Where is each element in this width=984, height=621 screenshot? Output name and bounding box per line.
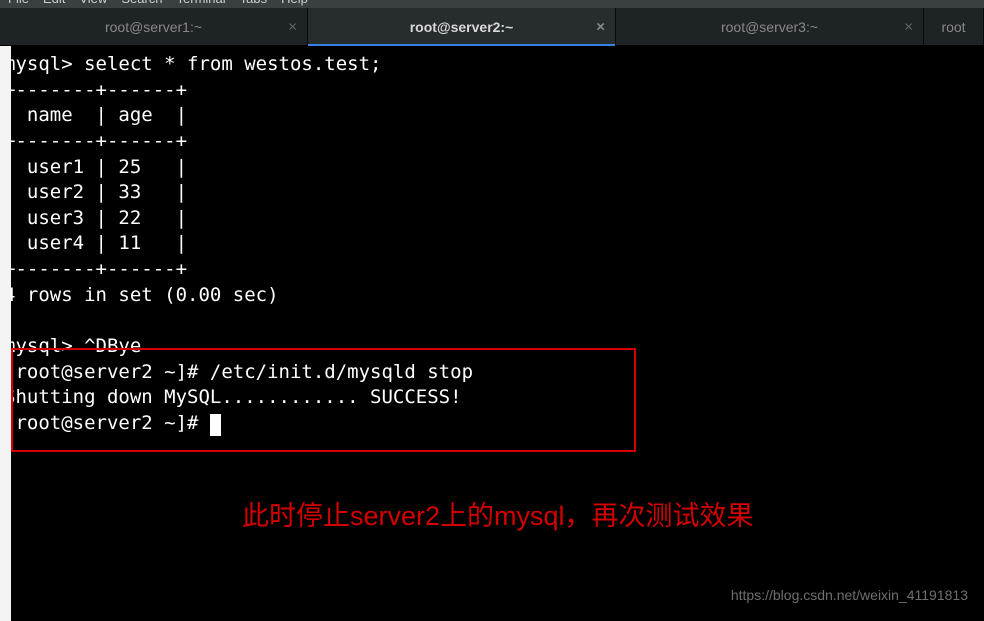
- shell-command: /etc/init.d/mysqld stop: [210, 361, 473, 383]
- menu-tabs[interactable]: Tabs: [240, 0, 267, 5]
- gutter-sliver: [0, 46, 11, 621]
- close-icon[interactable]: ×: [596, 19, 605, 34]
- menu-help[interactable]: Help: [281, 0, 308, 5]
- shell-prompt: [root@server2 ~]#: [4, 361, 210, 383]
- terminal[interactable]: mysql> select * from westos.test; +-----…: [0, 46, 984, 621]
- table-row: | user2 | 33 |: [4, 181, 187, 203]
- mysql-quit-line: mysql> ^DBye: [4, 335, 141, 357]
- annotation-text: 此时停止server2上的mysql，再次测试效果: [242, 494, 754, 533]
- shutdown-message: Shutting down MySQL............ SUCCESS!: [4, 386, 462, 408]
- menu-view[interactable]: View: [79, 0, 107, 5]
- tab-title: root@server2:~: [410, 19, 514, 35]
- tab-title: root: [941, 19, 965, 35]
- close-icon[interactable]: ×: [904, 19, 913, 34]
- tab-bar: root@server1:~ × root@server2:~ × root@s…: [0, 8, 984, 46]
- watermark: https://blog.csdn.net/weixin_41191813: [731, 587, 968, 603]
- menu-terminal[interactable]: Terminal: [177, 0, 226, 5]
- rows-summary: 4 rows in set (0.00 sec): [4, 284, 279, 306]
- cursor-block: [210, 414, 221, 436]
- sql-statement: select * from westos.test;: [84, 53, 381, 75]
- tab-server3[interactable]: root@server3:~ ×: [616, 8, 924, 45]
- tab-server4-partial[interactable]: root: [924, 8, 984, 45]
- table-row: | user1 | 25 |: [4, 156, 187, 178]
- tab-title: root@server1:~: [105, 19, 202, 35]
- close-icon[interactable]: ×: [288, 19, 297, 34]
- menu-file[interactable]: File: [8, 0, 29, 5]
- table-header: | name | age |: [4, 104, 187, 126]
- table-border-bottom: +-------+------+: [4, 258, 187, 280]
- menu-search[interactable]: Search: [121, 0, 162, 5]
- tab-title: root@server3:~: [721, 19, 818, 35]
- menu-edit[interactable]: Edit: [43, 0, 65, 5]
- tab-server1[interactable]: root@server1:~ ×: [0, 8, 308, 45]
- table-border-top: +-------+------+: [4, 79, 187, 101]
- shell-prompt-2: [root@server2 ~]#: [4, 412, 210, 434]
- sql-prompt: mysql>: [4, 53, 84, 75]
- table-row: | user4 | 11 |: [4, 232, 187, 254]
- table-border-mid: +-------+------+: [4, 130, 187, 152]
- tab-server2[interactable]: root@server2:~ ×: [308, 8, 616, 45]
- menu-bar[interactable]: File Edit View Search Terminal Tabs Help: [0, 0, 984, 8]
- table-row: | user3 | 22 |: [4, 207, 187, 229]
